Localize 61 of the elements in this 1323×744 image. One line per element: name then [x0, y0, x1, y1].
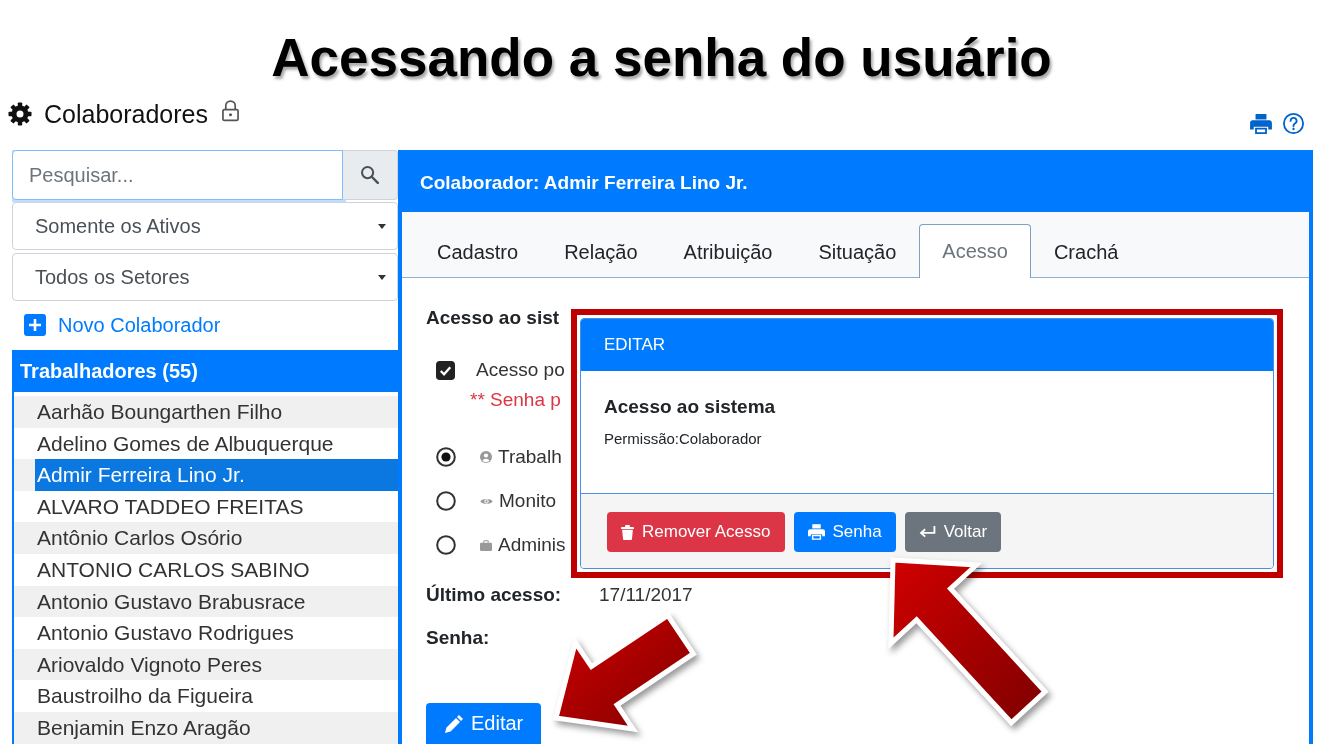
slide-title: Acessando a senha do usuário: [271, 28, 1052, 88]
list-header: Trabalhadores (55): [12, 350, 398, 392]
tab[interactable]: Atribuição: [660, 225, 796, 278]
lock-icon: [222, 100, 239, 122]
warning-note: ** Senha p: [470, 388, 561, 412]
printer-icon[interactable]: [1250, 113, 1272, 134]
tab[interactable]: Crachá: [1030, 225, 1142, 278]
dialog-header: EDITAR: [581, 319, 1273, 371]
checkbox[interactable]: [436, 360, 455, 380]
filter-select[interactable]: Todos os Setores: [12, 253, 398, 301]
tab[interactable]: Acesso: [919, 224, 1031, 278]
field-label: Senha:: [426, 627, 490, 649]
list-item[interactable]: Adelino Gomes de Albuquerque: [14, 427, 398, 460]
list-item[interactable]: Antônio Carlos Osório: [14, 522, 398, 554]
checkbox-label: Acesso po: [476, 359, 565, 381]
printer-icon: [807, 524, 825, 540]
caret-icon: [378, 274, 386, 280]
help-icon[interactable]: [1283, 113, 1304, 134]
search-field[interactable]: Pesquisar...: [12, 150, 343, 200]
list-item[interactable]: ANTONIO CARLOS SABINO: [14, 553, 398, 586]
tab[interactable]: Situação: [795, 225, 920, 278]
user-icon: [480, 451, 492, 463]
list-item[interactable]: ALVARO TADDEO FREITAS: [14, 490, 398, 523]
pencil-icon: [445, 714, 463, 733]
radio-button[interactable]: [436, 491, 456, 511]
dialog-button[interactable]: Voltar: [904, 512, 1002, 552]
caret-icon: [378, 223, 386, 229]
dialog-heading: Acesso ao sistema: [604, 395, 776, 419]
new-collaborator-link[interactable]: Novo Colaborador: [24, 310, 221, 340]
dialog-button[interactable]: Senha: [793, 512, 896, 552]
page-title: Colaboradores: [44, 99, 208, 129]
list-item[interactable]: Antonio Gustavo Rodrigues: [14, 617, 398, 649]
edit-button[interactable]: Editar: [426, 703, 542, 744]
trash-icon: [621, 524, 634, 540]
dialog-text: Permissão:Colaborador: [604, 430, 762, 448]
return-arrow-icon: [918, 526, 936, 538]
search-icon: [361, 166, 379, 184]
list-item[interactable]: Benjamin Enzo Aragão: [14, 711, 398, 744]
radio-label: Adminis: [498, 534, 566, 556]
field-label: Último acesso:: [426, 584, 562, 606]
list-item[interactable]: Admir Ferreira Lino Jr.: [14, 459, 398, 491]
list-item[interactable]: Antonio Gustavo Brabusrace: [14, 585, 398, 618]
radio-label: Monito: [499, 490, 557, 512]
eye-icon: [480, 496, 493, 506]
radio-label: Trabalh: [498, 446, 562, 468]
tab[interactable]: Cadastro: [414, 225, 542, 278]
radio-button[interactable]: [436, 535, 456, 555]
plus-icon: [24, 314, 46, 336]
search-button[interactable]: [343, 150, 398, 200]
panel-header: Colaborador: Admir Ferreira Lino Jr.: [402, 154, 1309, 212]
list-item[interactable]: Aarhão Boungarthen Filho: [14, 396, 398, 428]
filter-select[interactable]: Somente os Ativos: [12, 202, 398, 250]
field-value: 17/11/2017: [599, 584, 693, 606]
list-item[interactable]: Ariovaldo Vignoto Peres: [14, 648, 398, 681]
dialog-button[interactable]: Remover Acesso: [607, 512, 785, 552]
section-title: Acesso ao sist: [426, 307, 560, 329]
list-item[interactable]: Baustroilho da Figueira: [14, 680, 398, 712]
radio-button[interactable]: [436, 447, 456, 467]
settings-icon: [8, 102, 32, 126]
tab[interactable]: Relação: [541, 225, 661, 278]
briefcase-icon: [480, 539, 492, 551]
